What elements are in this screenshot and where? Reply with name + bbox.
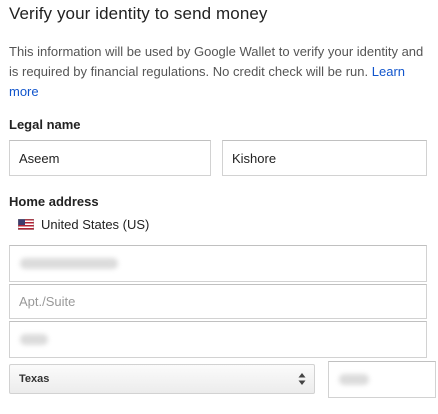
info-paragraph: This information will be used by Google …	[9, 42, 429, 102]
us-flag-icon	[18, 219, 34, 230]
country-selector[interactable]: United States (US)	[18, 217, 149, 232]
zip-code-input[interactable]	[328, 361, 436, 398]
first-name-input[interactable]	[9, 140, 211, 176]
state-select-value: Texas	[19, 373, 50, 385]
home-address-label: Home address	[9, 194, 99, 209]
state-select[interactable]: Texas	[9, 364, 315, 394]
info-text: This information will be used by Google …	[9, 44, 424, 79]
legal-name-label: Legal name	[9, 117, 81, 132]
select-arrows-icon	[298, 373, 306, 385]
country-label: United States (US)	[41, 217, 150, 232]
redacted-street-value	[20, 258, 118, 269]
street-address-input[interactable]	[9, 245, 427, 282]
apt-suite-input[interactable]	[9, 284, 427, 319]
redacted-city-value	[20, 334, 48, 345]
redacted-zip-value	[339, 374, 369, 385]
city-input[interactable]	[9, 321, 427, 358]
page-title: Verify your identity to send money	[9, 4, 268, 23]
last-name-input[interactable]	[222, 140, 427, 176]
